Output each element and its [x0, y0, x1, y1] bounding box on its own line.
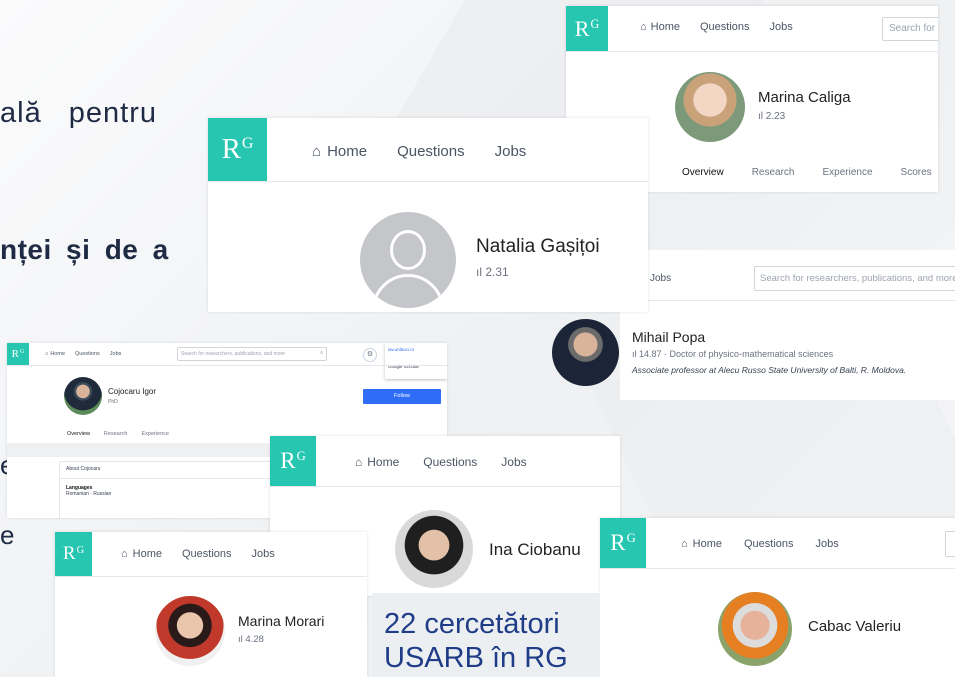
nav-divider: [600, 568, 955, 569]
caption-box: 22 cercetători USARB în RG: [372, 593, 600, 677]
follow-button[interactable]: Follow: [363, 389, 441, 404]
avatar: [675, 72, 745, 142]
search-input[interactable]: Search for researchers, publications, an…: [177, 347, 327, 361]
tab-research[interactable]: Research: [104, 431, 128, 437]
profile-name[interactable]: Mihail Popa: [632, 329, 705, 345]
nav-home[interactable]: Home: [327, 143, 367, 160]
nav-home[interactable]: Home: [693, 538, 722, 550]
nav-jobs[interactable]: Jobs: [816, 538, 839, 550]
nav-jobs[interactable]: Jobs: [501, 455, 526, 469]
nav-jobs[interactable]: Jobs: [770, 21, 793, 33]
tab-overview[interactable]: Overview: [67, 431, 90, 437]
home-icon[interactable]: ⌂: [681, 538, 688, 550]
profile-card-cabac: RG ⌂ Home Questions Jobs Cabac Valeriu: [600, 518, 955, 677]
profile-name[interactable]: Ina Ciobanu: [489, 540, 581, 560]
caption-line1: 22 cercetători: [384, 608, 560, 640]
top-nav: ⌂ Home Questions Jobs: [45, 351, 121, 357]
profile-card-popa: Jobs Search for researchers, publication…: [620, 250, 955, 400]
nav-divider: [55, 576, 367, 577]
background-shape: [587, 380, 955, 520]
researchgate-logo[interactable]: RG: [270, 436, 316, 486]
profile-tabs: Overview Research Experience: [67, 431, 169, 437]
nav-home[interactable]: Home: [367, 455, 399, 469]
nav-divider: [7, 365, 447, 366]
about-section: About Cojocaru Languages Romanian · Russ…: [59, 461, 279, 518]
profile-position: Associate professor at Alecu Russo State…: [632, 365, 907, 375]
avatar-placeholder: [360, 212, 456, 308]
home-icon[interactable]: ⌂: [355, 455, 362, 469]
search-input[interactable]: Search for: [882, 17, 938, 41]
tab-scores[interactable]: Scores: [901, 167, 932, 178]
researchgate-logo[interactable]: RG: [566, 6, 608, 51]
account-popup: iav.unibuci.ro Google Scholar: [385, 343, 447, 379]
rg-score: ıl 4.28: [238, 634, 264, 645]
profile-name[interactable]: Cabac Valeriu: [808, 618, 901, 635]
tab-experience[interactable]: Experience: [141, 431, 169, 437]
profile-tabs: Overview Research Experience Scores: [682, 167, 932, 178]
nav-divider: [208, 181, 648, 182]
nav-home[interactable]: Home: [50, 351, 65, 357]
nav-questions[interactable]: Questions: [75, 351, 100, 357]
settings-icon[interactable]: ⚙: [363, 348, 377, 362]
top-nav: ⌂ Home Questions Jobs: [121, 548, 275, 560]
nav-home[interactable]: Home: [133, 548, 162, 560]
top-nav: ⌂ Home Questions Jobs: [312, 143, 526, 160]
search-icon[interactable]: ⌕: [320, 350, 323, 356]
avatar: [552, 319, 619, 386]
search-input[interactable]: Search for researchers, publications, an…: [754, 266, 955, 291]
nav-jobs[interactable]: Jobs: [110, 351, 122, 357]
profile-name[interactable]: Cojocaru Igor: [108, 387, 156, 396]
slide-text-line1: ală pentru: [0, 97, 157, 129]
tab-experience[interactable]: Experience: [823, 167, 873, 178]
search-input[interactable]: [945, 531, 955, 557]
slide-text-line2: nței și de a: [0, 234, 169, 265]
nav-questions[interactable]: Questions: [744, 538, 794, 550]
researchgate-logo[interactable]: RG: [7, 343, 29, 365]
nav-questions[interactable]: Questions: [182, 548, 232, 560]
tab-research[interactable]: Research: [752, 167, 795, 178]
nav-questions[interactable]: Questions: [423, 455, 477, 469]
avatar: [718, 592, 792, 666]
rg-score: ıl 14.87 · Doctor of physico-mathematica…: [632, 349, 834, 359]
nav-divider: [620, 300, 955, 301]
popup-item[interactable]: iav.unibuci.ro: [388, 347, 444, 352]
nav-questions[interactable]: Questions: [700, 21, 750, 33]
researchgate-logo[interactable]: RG: [208, 118, 267, 181]
avatar: [395, 510, 473, 588]
nav-jobs[interactable]: Jobs: [650, 273, 671, 284]
avatar: [64, 377, 102, 415]
nav-home[interactable]: Home: [651, 21, 680, 33]
rg-score: ıl 2.31: [476, 265, 509, 279]
slide-text-fragment: e: [0, 520, 15, 550]
home-icon[interactable]: ⌂: [312, 143, 321, 160]
profile-name[interactable]: Marina Morari: [238, 613, 324, 629]
rg-score: ıl 2.23: [758, 111, 786, 122]
nav-divider: [566, 51, 938, 52]
researchgate-logo[interactable]: RG: [600, 518, 646, 568]
profile-name[interactable]: Marina Caliga: [758, 89, 851, 106]
caption-line2: USARB în RG: [384, 642, 568, 674]
tab-overview[interactable]: Overview: [682, 167, 724, 178]
profile-name[interactable]: Natalia Gașițoi: [476, 236, 600, 258]
nav-jobs[interactable]: Jobs: [252, 548, 275, 560]
profile-card-gasitoi: RG ⌂ Home Questions Jobs Natalia Gașițoi…: [208, 118, 648, 312]
nav-divider: [270, 486, 620, 487]
top-nav: ⌂ Home Questions Jobs: [355, 455, 527, 469]
home-icon[interactable]: ⌂: [640, 21, 647, 33]
nav-jobs[interactable]: Jobs: [495, 143, 527, 160]
profile-card-morari: RG ⌂ Home Questions Jobs Marina Morari ı…: [55, 532, 367, 677]
home-icon[interactable]: ⌂: [45, 351, 48, 357]
top-nav: ⌂ Home Questions Jobs: [640, 21, 793, 33]
avatar: [155, 596, 225, 666]
researchgate-logo[interactable]: RG: [55, 532, 92, 576]
top-nav: ⌂ Home Questions Jobs: [681, 538, 839, 550]
nav-questions[interactable]: Questions: [397, 143, 465, 160]
about-title: About Cojocaru: [66, 466, 101, 472]
home-icon[interactable]: ⌂: [121, 548, 128, 560]
languages-value: Romanian · Russian: [66, 491, 112, 497]
profile-degree: PhD: [108, 399, 118, 405]
top-nav: Jobs: [650, 273, 671, 284]
